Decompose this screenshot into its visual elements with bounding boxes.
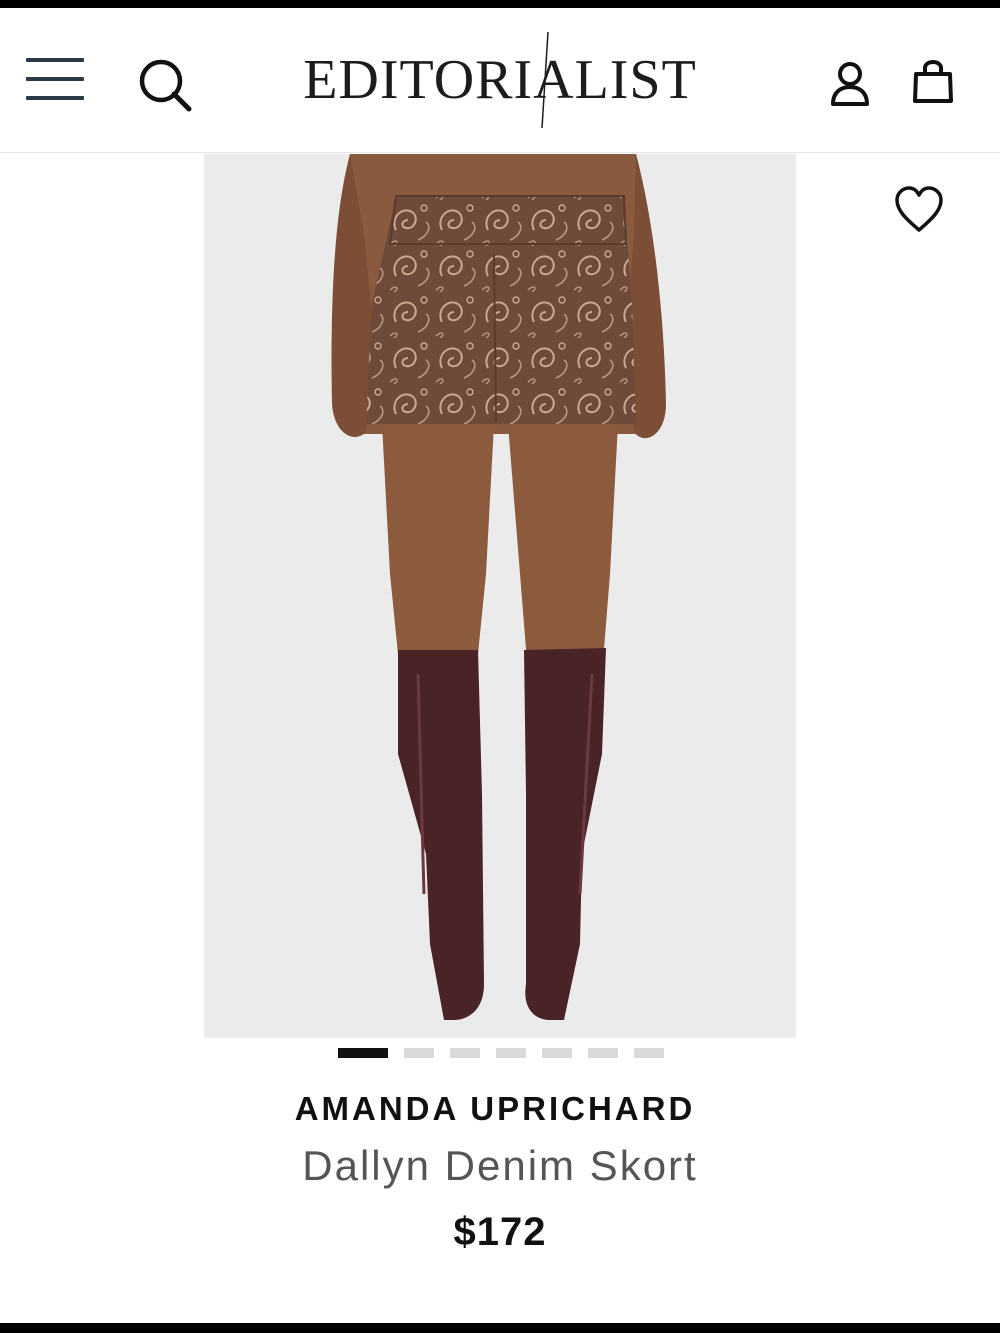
product-photo-illustration (331, 154, 666, 1020)
logo-text: EDITORIALIST (303, 49, 697, 111)
carousel-dot[interactable] (496, 1048, 526, 1058)
product-name[interactable]: Dallyn Denim Skort (0, 1142, 1000, 1190)
image-carousel-indicator (338, 1048, 668, 1060)
heart-icon[interactable] (893, 184, 945, 236)
logo-slash-mark (541, 31, 549, 129)
site-header: EDITORIALIST (0, 8, 1000, 153)
carousel-dot[interactable] (588, 1048, 618, 1058)
search-icon[interactable] (136, 56, 194, 114)
product-brand[interactable]: AMANDA UPRICHARD (0, 1090, 990, 1128)
product-price: $172 (453, 1210, 547, 1254)
carousel-dot[interactable] (338, 1048, 388, 1058)
top-border (0, 0, 1000, 8)
carousel-dot[interactable] (542, 1048, 572, 1058)
editorialist-logo[interactable]: EDITORIALIST (288, 30, 712, 130)
product-photo[interactable] (204, 154, 796, 1038)
user-account-icon[interactable] (828, 60, 872, 108)
bottom-border (0, 1323, 1000, 1333)
shopping-bag-icon[interactable] (911, 56, 955, 106)
carousel-dot[interactable] (450, 1048, 480, 1058)
carousel-dot[interactable] (404, 1048, 434, 1058)
hamburger-menu-icon[interactable] (26, 58, 84, 102)
carousel-dot[interactable] (634, 1048, 664, 1058)
